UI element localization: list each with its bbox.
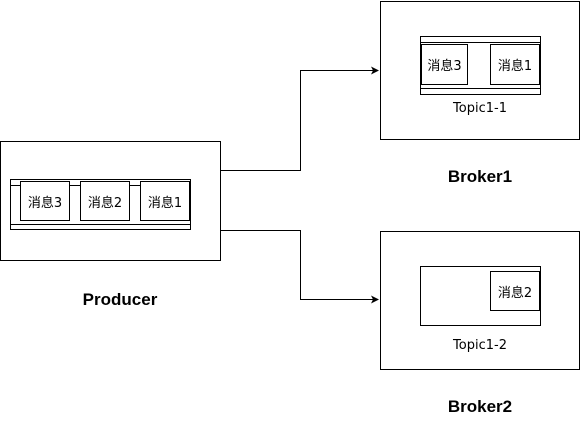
broker1-message-3: 消息3: [421, 44, 468, 85]
arrow-producer-to-broker1: [220, 66, 379, 171]
arrow-producer-to-broker2: [220, 230, 379, 304]
broker2-message-2: 消息2: [490, 271, 540, 311]
producer-message-2: 消息2: [80, 181, 130, 221]
producer-label: Producer: [82, 290, 158, 309]
broker1-message-1: 消息1: [490, 44, 540, 85]
producer-message-3: 消息3: [20, 181, 70, 221]
broker1-queue-inner-bottom-line: [420, 88, 541, 89]
producer-message-1: 消息1: [140, 181, 190, 221]
producer-queue-inner-bottom-line: [10, 224, 191, 225]
broker2-label: Broker2: [447, 397, 513, 416]
broker2-partition-label: Topic1-2: [453, 338, 507, 353]
broker1-partition-label: Topic1-1: [453, 101, 507, 116]
broker1-label: Broker1: [447, 167, 513, 186]
broker1-queue-inner-top-line: [420, 42, 541, 43]
